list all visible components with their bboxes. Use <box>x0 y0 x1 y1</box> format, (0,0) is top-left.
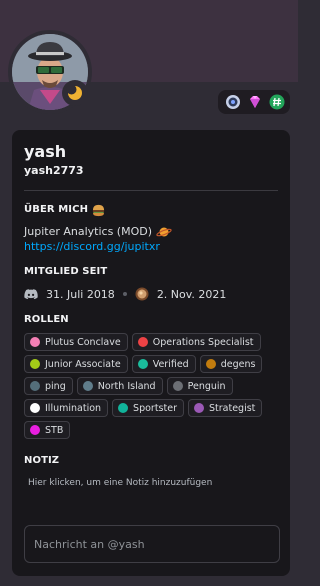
role-pill[interactable]: STB <box>24 421 71 439</box>
role-name: Verified <box>152 358 189 370</box>
role-pill[interactable]: Plutus Conclave <box>24 333 128 351</box>
role-color-dot <box>30 425 40 435</box>
role-color-dot <box>82 381 93 391</box>
burger-emoji-icon <box>92 204 105 216</box>
role-name: Operations Specialist <box>152 336 254 348</box>
role-color-dot <box>30 403 40 413</box>
hashtag-badge-icon[interactable] <box>268 93 286 111</box>
role-pill[interactable]: Operations Specialist <box>131 333 261 351</box>
about-section-title: ÜBER MICH <box>24 203 278 217</box>
idle-moon-icon <box>66 84 82 100</box>
profile-badges <box>218 90 290 114</box>
role-name: degens <box>220 358 256 370</box>
member-since-title: MITGLIED SEIT <box>24 266 108 277</box>
discord-join-date: 31. Juli 2018 <box>46 287 115 301</box>
role-pill[interactable]: degens <box>199 355 263 373</box>
roles-list: Plutus Conclave Operations Specialist Ju… <box>24 333 282 439</box>
role-pill[interactable]: Sportster <box>112 399 184 417</box>
role-name: STB <box>45 424 64 436</box>
role-pill[interactable]: Junior Associate <box>24 355 128 373</box>
note-input[interactable]: Hier klicken, um eine Notiz hinzuzufügen <box>24 478 278 488</box>
nitro-gem-icon[interactable] <box>246 93 264 111</box>
role-color-dot <box>137 359 148 369</box>
role-pill[interactable]: ping <box>24 377 73 395</box>
role-color-dot <box>30 381 40 391</box>
about-text: Jupiter Analytics (MOD) <box>24 225 278 238</box>
separator-dot <box>122 292 127 296</box>
status-indicator <box>62 80 88 106</box>
role-color-dot <box>193 403 204 413</box>
role-pill[interactable]: North Island <box>76 377 163 395</box>
ringed-planet-emoji-icon <box>156 227 172 236</box>
role-name: Strategist <box>208 402 256 414</box>
role-color-dot <box>30 337 40 347</box>
member-since-row: 31. Juli 2018 2. Nov. 2021 <box>24 287 278 301</box>
role-color-dot <box>30 359 40 369</box>
role-name: Junior Associate <box>45 358 121 370</box>
invite-link[interactable]: https://discord.gg/jupitxr <box>24 240 278 253</box>
role-name: North Island <box>97 380 156 392</box>
role-name: Plutus Conclave <box>45 336 121 348</box>
role-name: Sportster <box>133 402 177 414</box>
about-title: ÜBER MICH <box>24 204 89 215</box>
discord-logo-icon <box>24 288 38 299</box>
username: yash2773 <box>24 164 84 177</box>
role-name: Penguin <box>187 380 226 392</box>
role-name: ping <box>45 380 66 392</box>
role-pill[interactable]: Illumination <box>24 399 109 417</box>
hypesquad-balance-icon[interactable] <box>224 93 242 111</box>
note-title: NOTIZ <box>24 455 60 466</box>
display-name: yash <box>24 142 67 161</box>
message-input[interactable]: Nachricht an @yash <box>24 525 280 563</box>
about-line: Jupiter Analytics (MOD) <box>24 225 153 238</box>
role-name: Illumination <box>45 402 102 414</box>
role-pill[interactable]: Penguin <box>166 377 233 395</box>
role-color-dot <box>118 403 129 413</box>
role-color-dot <box>137 337 148 347</box>
server-join-date: 2. Nov. 2021 <box>156 287 227 301</box>
profile-card: yash yash2773 ÜBER MICH Jupiter Analytic… <box>12 130 290 576</box>
server-icon <box>135 287 149 301</box>
role-color-dot <box>172 381 183 391</box>
role-pill[interactable]: Verified <box>131 355 196 373</box>
role-pill[interactable]: Strategist <box>187 399 263 417</box>
roles-title: ROLLEN <box>24 314 69 325</box>
divider <box>24 190 278 191</box>
role-color-dot <box>205 359 216 369</box>
